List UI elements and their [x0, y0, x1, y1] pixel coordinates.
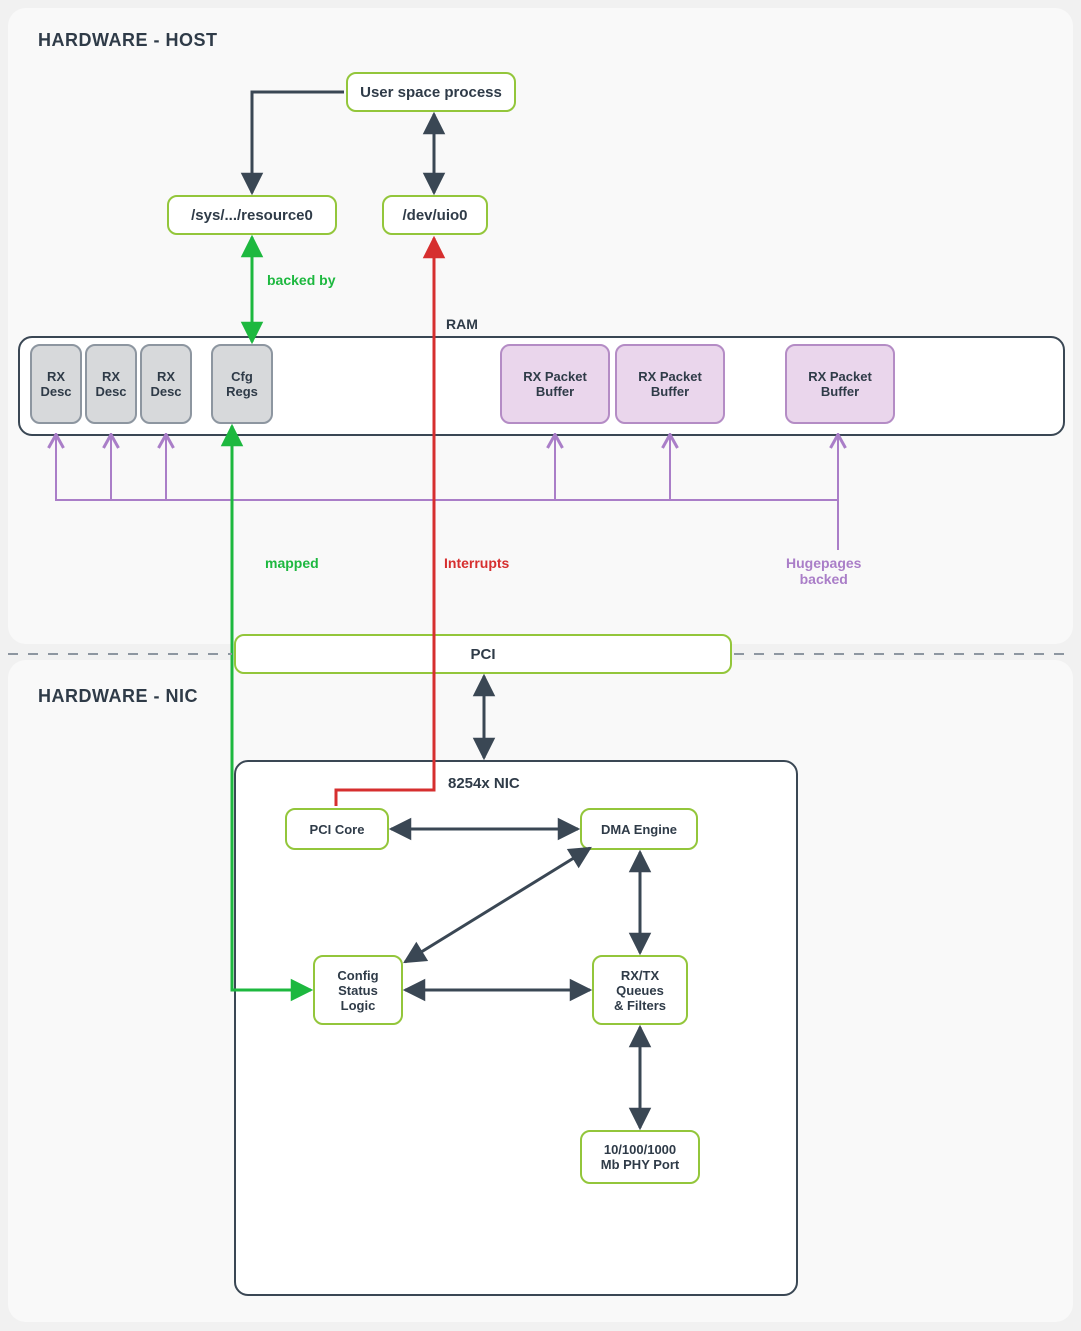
ram-rx-desc-3: RX Desc	[140, 344, 192, 424]
ram-rx-buf-2: RX Packet Buffer	[615, 344, 725, 424]
node-config-status: Config Status Logic	[313, 955, 403, 1025]
label-hugepages: Hugepages backed	[786, 555, 861, 587]
node-phy-port: 10/100/1000 Mb PHY Port	[580, 1130, 700, 1184]
nic-box-title: 8254x NIC	[448, 775, 520, 792]
label-backed-by: backed by	[267, 272, 335, 288]
node-dev-uio: /dev/uio0	[382, 195, 488, 235]
node-user-space: User space process	[346, 72, 516, 112]
ram-rx-desc-1: RX Desc	[30, 344, 82, 424]
label-mapped: mapped	[265, 555, 319, 571]
node-pci-core: PCI Core	[285, 808, 389, 850]
host-panel	[8, 8, 1073, 644]
ram-rx-desc-2: RX Desc	[85, 344, 137, 424]
node-pci: PCI	[234, 634, 732, 674]
ram-rx-buf-3: RX Packet Buffer	[785, 344, 895, 424]
ram-rx-buf-1: RX Packet Buffer	[500, 344, 610, 424]
node-sys-resource: /sys/.../resource0	[167, 195, 337, 235]
ram-label: RAM	[446, 316, 478, 332]
node-dma-engine: DMA Engine	[580, 808, 698, 850]
nic-section-title: HARDWARE - NIC	[38, 686, 198, 707]
node-rxtx-queues: RX/TX Queues & Filters	[592, 955, 688, 1025]
label-interrupts: Interrupts	[444, 555, 509, 571]
diagram-stage: HARDWARE - HOST HARDWARE - NIC User spac…	[0, 0, 1081, 1331]
host-title: HARDWARE - HOST	[38, 30, 218, 51]
ram-cfg-regs: Cfg Regs	[211, 344, 273, 424]
